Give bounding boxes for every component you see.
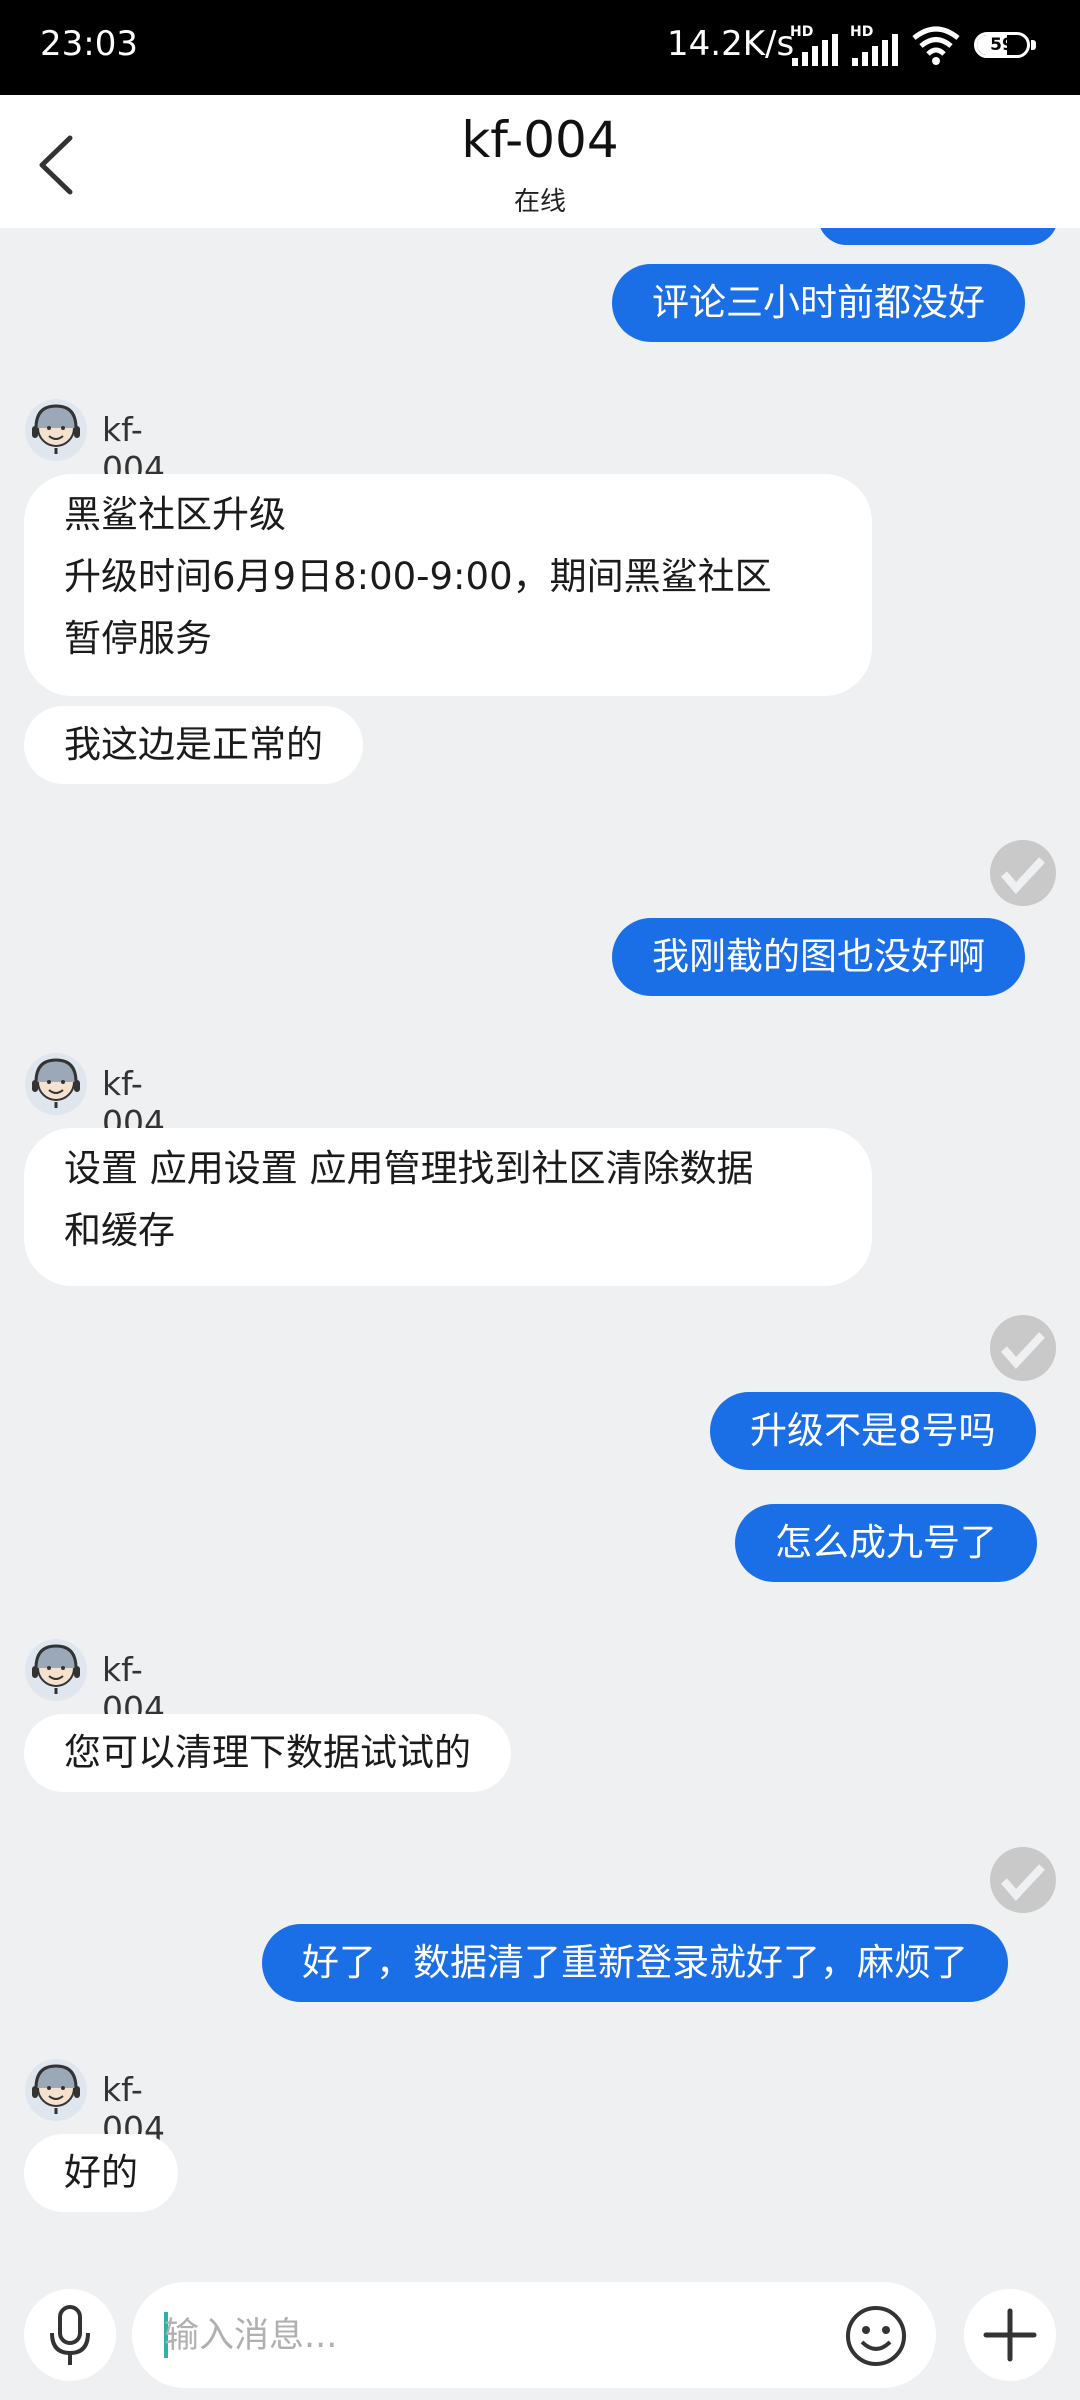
message-bubble-incoming[interactable]: 我这边是正常的	[24, 706, 363, 784]
message-bubble-incoming[interactable]: 设置 应用设置 应用管理找到社区清除数据 和缓存	[24, 1128, 872, 1286]
emoji-icon	[846, 2306, 906, 2366]
message-bubble-incoming[interactable]: 您可以清理下数据试试的	[24, 1714, 511, 1792]
input-bar	[0, 2262, 1080, 2400]
agent-avatar-icon	[25, 2059, 87, 2121]
battery-level: 59	[990, 35, 1014, 55]
message-bubble-outgoing[interactable]: 怎么成九号了	[735, 1504, 1037, 1582]
more-options-button[interactable]	[964, 2289, 1056, 2381]
chat-title: kf-004	[461, 111, 619, 169]
status-time: 23:03	[40, 24, 138, 64]
message-input-container[interactable]	[132, 2282, 936, 2390]
message-line: 暂停服务	[64, 617, 212, 660]
battery-icon: 59	[974, 32, 1030, 58]
microphone-icon	[50, 2305, 90, 2365]
online-status: 在线	[513, 187, 566, 217]
message-bubble-partial[interactable]	[818, 228, 1058, 245]
wifi-icon	[912, 26, 960, 65]
message-list[interactable]: 评论三小时前都没好 kf-004 黑鲨社区升级 升级时间6月9日8:00-9:0…	[0, 228, 1080, 2262]
message-line: 升级时间6月9日8:00-9:00，期间黑鲨社区	[64, 555, 772, 598]
message-bubble-outgoing[interactable]: 好了，数据清了重新登录就好了，麻烦了	[262, 1924, 1008, 2002]
network-speed: 14.2K/s	[667, 24, 795, 64]
message-input[interactable]	[162, 2282, 806, 2390]
chat-header: kf-004 在线	[0, 95, 1080, 228]
message-line: 和缓存	[64, 1209, 175, 1252]
agent-avatar-icon	[25, 1053, 87, 1115]
message-line: 设置 应用设置 应用管理找到社区清除数据	[64, 1147, 754, 1190]
agent-avatar-icon	[25, 1639, 87, 1701]
message-bubble-incoming[interactable]: 黑鲨社区升级 升级时间6月9日8:00-9:00，期间黑鲨社区 暂停服务	[24, 474, 872, 696]
agent-avatar-icon	[25, 399, 87, 461]
status-bar: 23:03 14.2K/s HD HD 59	[0, 0, 1080, 95]
message-bubble-outgoing[interactable]: 评论三小时前都没好	[612, 264, 1025, 342]
voice-button[interactable]	[24, 2289, 116, 2381]
message-bubble-outgoing[interactable]: 我刚截的图也没好啊	[612, 918, 1025, 996]
message-bubble-incoming[interactable]: 好的	[24, 2134, 178, 2212]
battery-tip	[1031, 40, 1036, 50]
emoji-button[interactable]	[844, 2304, 908, 2368]
message-status-icon	[990, 1315, 1056, 1381]
message-status-icon	[990, 840, 1056, 906]
message-line: 黑鲨社区升级	[64, 493, 286, 536]
message-bubble-outgoing[interactable]: 升级不是8号吗	[710, 1392, 1036, 1470]
message-status-icon	[990, 1847, 1056, 1913]
plus-icon	[983, 2308, 1037, 2362]
